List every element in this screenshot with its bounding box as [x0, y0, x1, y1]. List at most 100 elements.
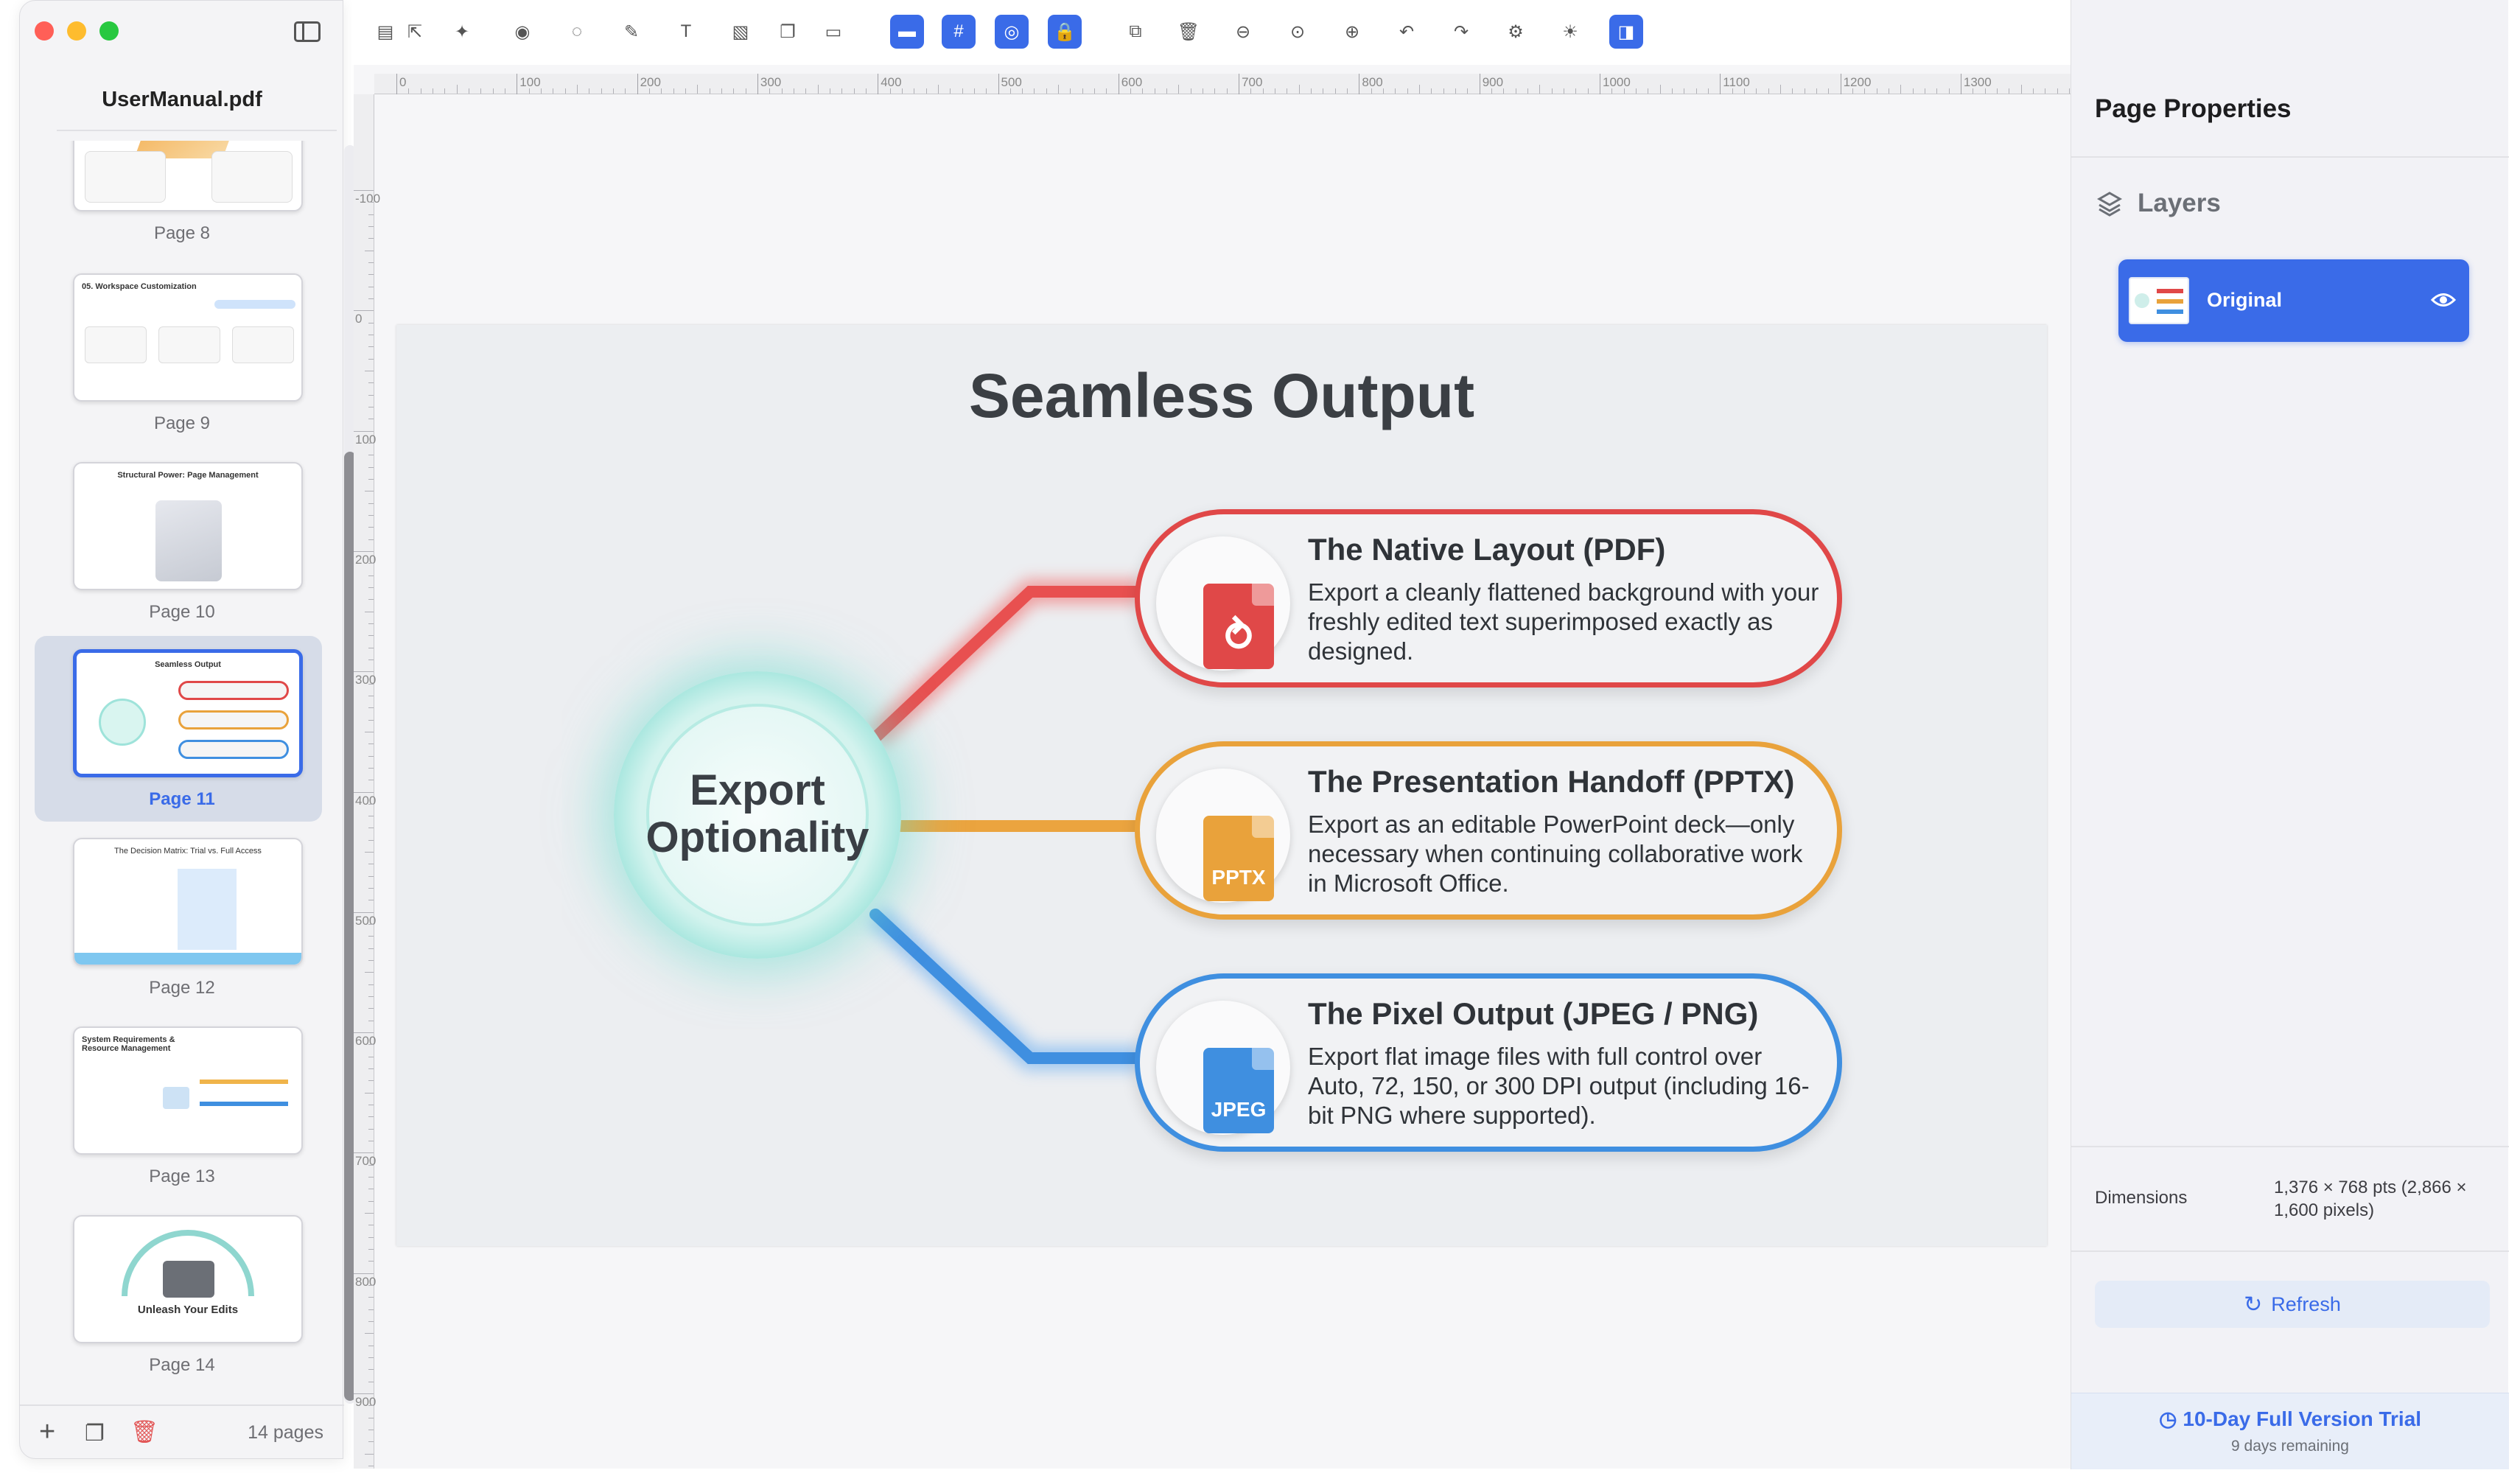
minimize-window-button[interactable] [67, 21, 86, 41]
ruler-minor-tick [368, 539, 374, 540]
pen-icon[interactable]: ✎ [615, 15, 648, 49]
ruler-minor-tick [1334, 88, 1336, 94]
text-box-icon[interactable]: T [669, 15, 703, 49]
page-thumbnail-12[interactable]: The Decision Matrix: Trial vs. Full Acce… [73, 838, 303, 966]
duplicate-page-icon[interactable]: ❐ [85, 1421, 105, 1446]
page-thumbnail-9[interactable]: 05. Workspace Customization [73, 273, 303, 402]
ruler-tick [1720, 74, 1721, 94]
ruler-minor-tick [354, 671, 374, 673]
ruler-minor-tick [368, 683, 374, 685]
ruler-minor-tick [721, 88, 722, 94]
add-image-icon[interactable]: ▧ [724, 15, 757, 49]
ruler-tick-label: 600 [355, 1034, 377, 1049]
ruler-minor-tick [1732, 88, 1733, 94]
ruler-minor-tick [889, 88, 891, 94]
sidebar-footer: + ❐ 🗑 14 pages [20, 1404, 344, 1460]
page-thumbnail-13[interactable]: System Requirements & Resource Managemen… [73, 1026, 303, 1155]
layer-item-original[interactable]: Original [2118, 259, 2469, 342]
ruler-minor-tick [865, 88, 867, 94]
ruler-minor-tick [368, 1080, 374, 1082]
ruler-minor-tick [1214, 88, 1216, 94]
ruler-minor-tick [528, 88, 530, 94]
ruler-minor-tick [1743, 88, 1745, 94]
thumbnail-title: Structural Power: Page Management [117, 471, 259, 480]
ruler-minor-tick [368, 755, 374, 757]
ruler-minor-tick [368, 262, 374, 263]
page-thumbnail-list[interactable]: Page 8 05. Workspace Customization Page … [20, 141, 344, 1404]
ruler-tick-label: 300 [355, 673, 377, 687]
dimensions-label: Dimensions [2095, 1188, 2188, 1208]
ruler-icon[interactable]: ▬ [890, 15, 924, 49]
trial-title-text: 10-Day Full Version Trial [2183, 1407, 2422, 1430]
undo-icon[interactable]: ↶ [1390, 15, 1424, 49]
ruler-tick-label: 500 [355, 913, 377, 928]
delete-page-icon[interactable]: 🗑 [130, 1419, 158, 1445]
ruler-tick-label: 500 [1001, 75, 1022, 89]
ruler-minor-tick [1130, 88, 1132, 94]
trial-banner[interactable]: ◷ 10-Day Full Version Trial 9 days remain… [2071, 1393, 2509, 1469]
redo-icon[interactable]: ↷ [1444, 15, 1478, 49]
pdf-page[interactable]: Seamless Output Export Optionality ⥁ The… [396, 325, 2047, 1246]
dimensions-value: 1,376 × 768 pts (2,866 × 1,600 pixels) [2274, 1178, 2467, 1220]
eye-icon[interactable]: ◉ [505, 15, 539, 49]
duplicate-icon[interactable]: ⧉ [1119, 15, 1152, 49]
ruler-minor-tick [1371, 88, 1372, 94]
zoom-fit-icon[interactable]: ⊙ [1281, 15, 1315, 49]
page-thumbnail-11[interactable]: Seamless Output [73, 649, 303, 777]
ruler-minor-tick [1467, 88, 1469, 94]
ruler-minor-tick [368, 298, 374, 299]
ruler-minor-tick [368, 274, 374, 276]
ruler-tick [637, 74, 638, 94]
ruler-minor-tick [1671, 88, 1673, 94]
ruler-minor-tick [1298, 85, 1300, 94]
option-description: Export a cleanly flattened background wi… [1308, 578, 1819, 665]
document-canvas[interactable]: 0 100 200 300 400 500 600 700 800 900 1000 1100 1200… [354, 65, 2071, 1469]
image-icon-background: JPEG [1156, 1001, 1290, 1135]
magic-wand-icon[interactable]: ✦ [445, 15, 479, 49]
ruler-minor-tick [354, 310, 374, 312]
ruler-minor-tick [368, 659, 374, 660]
ruler-minor-tick [817, 85, 819, 94]
zoom-in-icon[interactable]: ⊕ [1335, 15, 1369, 49]
brightness-icon[interactable]: ☀ [1553, 15, 1587, 49]
pptx-icon-text: PPTX [1211, 866, 1266, 889]
settings-icon[interactable]: ⚙ [1499, 15, 1533, 49]
paste-icon[interactable]: ▭ [816, 15, 850, 49]
copy-icon[interactable]: ❐ [771, 15, 805, 49]
refresh-button[interactable]: ↻ Refresh [2095, 1281, 2490, 1328]
ruler-minor-tick [368, 888, 374, 889]
ruler-minor-tick [673, 88, 674, 94]
trash-icon[interactable]: 🗑 [1172, 15, 1205, 49]
ruler-minor-tick [601, 88, 602, 94]
page-thumbnail-8[interactable] [73, 141, 303, 211]
ruler-minor-tick [456, 85, 458, 94]
ruler-minor-tick [368, 394, 374, 396]
ruler-minor-tick [901, 88, 903, 94]
ruler-minor-tick [962, 88, 963, 94]
zoom-window-button[interactable] [99, 21, 119, 41]
ruler-minor-tick [1864, 88, 1866, 94]
panel-toggle-icon[interactable]: ◨ [1609, 15, 1643, 49]
eye-icon[interactable] [2430, 289, 2457, 311]
close-window-button[interactable] [35, 21, 54, 41]
ruler-minor-tick [368, 1116, 374, 1118]
thumbnail-label: Page 13 [149, 1166, 215, 1186]
ruler-tick-label: 700 [355, 1154, 377, 1169]
option-title: The Native Layout (PDF) [1308, 532, 1666, 567]
page-thumbnail-10[interactable]: Structural Power: Page Management [73, 462, 303, 590]
page-thumbnail-14[interactable]: Unleash Your Edits [73, 1215, 303, 1343]
lock-icon[interactable]: 🔒 [1048, 15, 1082, 49]
sidebar-toggle-icon[interactable] [294, 21, 321, 42]
zoom-out-icon[interactable]: ⊖ [1226, 15, 1260, 49]
ruler-minor-tick [1587, 88, 1589, 94]
ruler-tick-label: 100 [355, 432, 377, 447]
ruler-minor-tick [354, 1152, 374, 1154]
ruler-minor-tick [1455, 88, 1457, 94]
add-page-icon[interactable]: + [39, 1416, 55, 1448]
export-icon[interactable]: ⇱ [398, 15, 432, 49]
ruler-minor-tick [841, 88, 843, 94]
grid-icon[interactable]: # [942, 15, 976, 49]
target-icon[interactable]: ◎ [995, 15, 1029, 49]
lasso-icon[interactable]: ◌ [560, 15, 594, 49]
document-title: UserManual.pdf [102, 88, 262, 111]
